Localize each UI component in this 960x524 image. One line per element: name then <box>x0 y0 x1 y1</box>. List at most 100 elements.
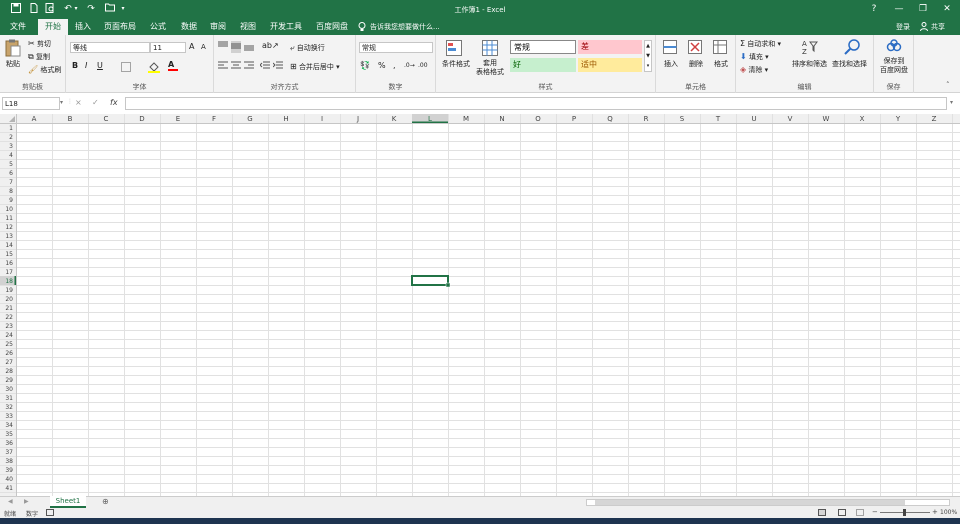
prev-sheet-icon[interactable]: ◀ <box>8 498 13 505</box>
font-color-icon[interactable]: A <box>168 60 178 71</box>
row-header-36[interactable]: 36 <box>5 440 13 447</box>
bold-button[interactable]: B <box>72 61 78 70</box>
row-header-39[interactable]: 39 <box>5 467 13 474</box>
row-header-30[interactable]: 30 <box>5 386 13 393</box>
row-header-1[interactable]: 1 <box>9 125 13 132</box>
increase-font-button[interactable]: A <box>189 42 194 51</box>
column-header-n[interactable]: N <box>499 115 504 123</box>
row-header-40[interactable]: 40 <box>5 476 13 483</box>
row-header-14[interactable]: 14 <box>5 242 13 249</box>
font-name-select[interactable]: 等线 <box>70 42 150 53</box>
minimize-button[interactable]: — <box>893 3 905 15</box>
row-header-13[interactable]: 13 <box>5 233 13 240</box>
new-file-icon[interactable] <box>28 3 40 15</box>
column-header-u[interactable]: U <box>751 115 756 123</box>
comma-button[interactable]: , <box>393 61 396 70</box>
name-box[interactable]: L18 <box>2 97 60 110</box>
format-as-table-icon[interactable] <box>482 40 498 58</box>
column-header-g[interactable]: G <box>247 115 252 123</box>
tab-view[interactable]: 视图 <box>235 19 261 35</box>
column-header-o[interactable]: O <box>535 115 541 123</box>
row-header-41[interactable]: 41 <box>5 485 13 492</box>
cut-button[interactable]: ✂ 剪切 <box>28 39 51 49</box>
column-header-h[interactable]: H <box>283 115 288 123</box>
column-header-s[interactable]: S <box>680 115 685 123</box>
number-format-select[interactable]: 常规 <box>359 42 433 53</box>
increase-indent-icon[interactable] <box>272 61 283 73</box>
clear-button[interactable]: ◈ 清除 ▾ <box>740 65 768 75</box>
sort-filter-button[interactable]: 排序和筛选 <box>792 59 827 69</box>
row-header-23[interactable]: 23 <box>5 323 13 330</box>
style-bad[interactable]: 差 <box>578 40 642 54</box>
column-header-w[interactable]: W <box>823 115 830 123</box>
row-header-21[interactable]: 21 <box>5 305 13 312</box>
align-bottom-icon[interactable] <box>244 41 254 53</box>
format-cells-button[interactable]: 格式 <box>714 59 728 69</box>
row-header-8[interactable]: 8 <box>9 188 13 195</box>
delete-cells-icon[interactable] <box>688 40 702 56</box>
restore-button[interactable]: ❐ <box>917 3 929 15</box>
sort-filter-icon[interactable]: AZ <box>802 39 818 57</box>
column-header-d[interactable]: D <box>139 115 144 123</box>
decrease-font-button[interactable]: A <box>201 43 206 51</box>
wrap-text-button[interactable]: ⤶ 自动换行 <box>290 43 325 53</box>
save-to-baidu-button[interactable]: 保存到 百度网盘 <box>876 57 912 75</box>
underline-button[interactable]: U <box>97 61 103 70</box>
row-header-32[interactable]: 32 <box>5 404 13 411</box>
help-icon[interactable]: ? <box>868 3 880 15</box>
row-header-19[interactable]: 19 <box>5 287 13 294</box>
row-header-20[interactable]: 20 <box>5 296 13 303</box>
collapse-ribbon-icon[interactable]: ˄ <box>946 81 950 89</box>
tab-developer[interactable]: 开发工具 <box>266 19 306 35</box>
row-header-2[interactable]: 2 <box>9 134 13 141</box>
page-layout-view-icon[interactable] <box>838 509 846 518</box>
row-header-10[interactable]: 10 <box>5 206 13 213</box>
delete-cells-button[interactable]: 删除 <box>689 59 703 69</box>
fill-button[interactable]: ⬇ 填充 ▾ <box>740 52 769 62</box>
undo-dropdown-icon[interactable]: ▾ <box>73 3 79 15</box>
column-header-p[interactable]: P <box>572 115 576 123</box>
currency-icon[interactable]: 💱 <box>360 61 370 70</box>
column-header-f[interactable]: F <box>212 115 216 123</box>
expand-formula-bar-icon[interactable]: ▾ <box>950 99 953 106</box>
tab-baidu-netdisk[interactable]: 百度网盘 <box>310 19 354 35</box>
tell-me-search[interactable]: 告诉我您想要做什么... <box>370 22 440 32</box>
zoom-level[interactable]: 100% <box>940 509 957 516</box>
row-header-37[interactable]: 37 <box>5 449 13 456</box>
normal-view-icon[interactable] <box>818 509 826 518</box>
macro-record-icon[interactable] <box>46 509 54 518</box>
row-header-9[interactable]: 9 <box>9 197 13 204</box>
align-middle-icon[interactable] <box>231 41 241 53</box>
insert-cells-button[interactable]: 插入 <box>664 59 678 69</box>
row-header-15[interactable]: 15 <box>5 251 13 258</box>
close-button[interactable]: ✕ <box>941 3 953 15</box>
row-header-35[interactable]: 35 <box>5 431 13 438</box>
save-icon[interactable] <box>10 3 22 15</box>
column-header-m[interactable]: M <box>463 115 469 123</box>
fill-color-icon[interactable] <box>148 61 160 75</box>
row-header-12[interactable]: 12 <box>5 224 13 231</box>
find-select-button[interactable]: 查找和选择 <box>832 59 867 69</box>
column-header-t[interactable]: T <box>715 115 721 123</box>
column-header-x[interactable]: X <box>860 115 865 123</box>
insert-cells-icon[interactable] <box>663 40 677 56</box>
worksheet-grid[interactable]: A B C D E F G H I J K L M N O P Q R S T U V W X Y Z 1 2 3 4 5 6 7 8 9 10 11 1… <box>0 114 960 496</box>
fill-handle[interactable] <box>445 282 451 288</box>
styles-scroll[interactable]: ▲ ▼ ▾ <box>644 40 652 72</box>
copy-button[interactable]: ⧉ 复制 <box>28 52 50 62</box>
row-header-16[interactable]: 16 <box>5 260 13 267</box>
column-header-y[interactable]: Y <box>895 115 901 123</box>
row-header-29[interactable]: 29 <box>5 377 13 384</box>
login-link[interactable]: 登录 <box>896 22 910 32</box>
sheet-tab-sheet1[interactable]: Sheet1 <box>50 496 86 508</box>
enter-entry-icon[interactable]: ✓ <box>92 98 99 107</box>
row-header-31[interactable]: 31 <box>5 395 13 402</box>
paste-button[interactable]: 粘贴 <box>6 59 20 69</box>
tab-file[interactable]: 文件 <box>4 19 32 35</box>
insert-function-icon[interactable]: fx <box>110 98 118 107</box>
column-header-z[interactable]: Z <box>932 115 937 123</box>
column-header-e[interactable]: E <box>176 115 180 123</box>
style-normal[interactable]: 常规 <box>510 40 576 54</box>
add-sheet-icon[interactable]: ⊕ <box>102 497 109 506</box>
row-header-33[interactable]: 33 <box>5 413 13 420</box>
